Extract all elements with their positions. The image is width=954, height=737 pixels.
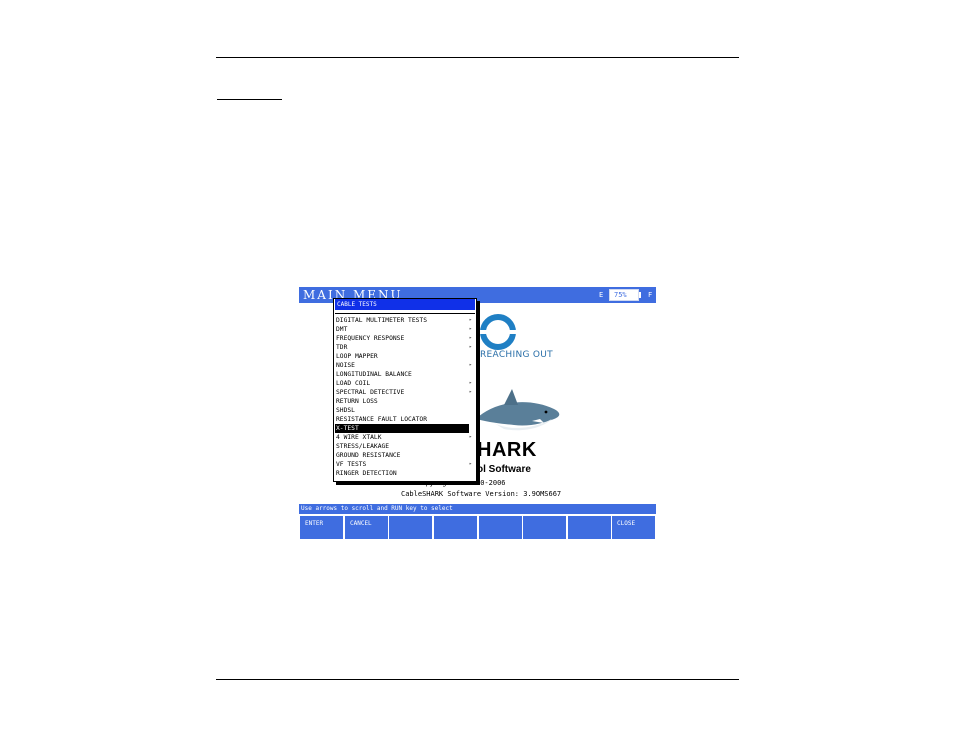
logo-tagline: REACHING OUT [480,350,553,360]
function-key-bar: ENTER CANCEL CLOSE [299,516,656,539]
menu-item-label: VF TESTS [336,461,367,468]
menu-item[interactable]: GROUND RESISTANCE [335,451,475,460]
device-screen: MAIN MENU E 75% F REACHING OUT HARK ol S… [299,287,656,541]
menu-item-label: RETURN LOSS [336,398,378,405]
menu-item-label: GROUND RESISTANCE [336,452,401,459]
status-bar: Use arrows to scroll and RUN key to sele… [299,504,656,514]
menu-item[interactable]: DIGITAL MULTIMETER TESTS ▸ [335,316,475,325]
function-key-2[interactable]: CANCEL [345,516,388,539]
menu-item-label: 4 WIRE XTALK [336,434,382,441]
battery-percent: 75% [614,291,627,299]
submenu-arrow-icon: ▸ [469,434,473,440]
submenu-arrow-icon: ▸ [469,362,473,368]
status-text: Use arrows to scroll and RUN key to sele… [301,505,453,512]
function-key-6[interactable] [523,516,566,539]
function-key-3[interactable] [389,516,432,539]
page-bottom-rule [216,679,739,680]
battery-tip [639,292,641,298]
function-key-1[interactable]: ENTER [300,516,343,539]
brand-subtitle: ol Software [477,464,531,475]
function-key-5[interactable] [479,516,522,539]
menu-item[interactable]: NOISE ▸ [335,361,475,370]
logo-icon [478,314,518,350]
submenu-arrow-icon: ▸ [469,461,473,467]
menu-item[interactable]: X-TEST [335,424,469,433]
menu-item[interactable]: DMT ▸ [335,325,475,334]
battery-full-label: F [648,291,653,299]
menu-divider [335,313,475,314]
function-key-label: CANCEL [350,520,372,527]
menu-item-label: LONGITUDINAL BALANCE [336,371,412,378]
menu-item[interactable]: RESISTANCE FAULT LOCATOR [335,415,475,424]
menu-list: DIGITAL MULTIMETER TESTS ▸ DMT ▸ FREQUENCY R… [335,316,475,478]
menu-item[interactable]: FREQUENCY RESPONSE ▸ [335,334,475,343]
menu-header-label: CABLE TESTS [337,301,377,308]
menu-item-label: NOISE [336,362,355,369]
heading-underline [217,99,282,100]
function-key-label: CLOSE [617,520,636,527]
battery-icon: 75% [609,289,639,301]
submenu-arrow-icon: ▸ [469,344,473,350]
menu-item-label: DMT [336,326,348,333]
menu-item-label: STRESS/LEAKAGE [336,443,390,450]
menu-item[interactable]: STRESS/LEAKAGE [335,442,475,451]
menu-item-label: FREQUENCY RESPONSE [336,335,405,342]
menu-item[interactable]: SHDSL [335,406,475,415]
menu-item-label: LOAD COIL [336,380,371,387]
shark-logo-icon [476,389,560,431]
submenu-arrow-icon: ▸ [469,317,473,323]
menu-item[interactable]: LONGITUDINAL BALANCE [335,370,475,379]
function-key-7[interactable] [568,516,611,539]
submenu-arrow-icon: ▸ [469,389,473,395]
menu-item[interactable]: RETURN LOSS [335,397,475,406]
menu-item[interactable]: VF TESTS ▸ [335,460,475,469]
menu-item[interactable]: LOOP MAPPER [335,352,475,361]
function-key-4[interactable] [434,516,477,539]
page-top-rule [216,57,739,58]
menu-item-label: RINGER DETECTION [336,470,397,477]
menu-item-label: DIGITAL MULTIMETER TESTS [336,317,427,324]
menu-item[interactable]: TDR ▸ [335,343,475,352]
menu-item-label: SPECTRAL DETECTIVE [336,389,405,396]
menu-item-label: LOOP MAPPER [336,353,378,360]
version-text: CableSHARK Software Version: 3.9OMS667 [401,490,562,498]
menu-item-label: TDR [336,344,348,351]
menu-item[interactable]: 4 WIRE XTALK ▸ [335,433,475,442]
brand-name: HARK [477,439,537,461]
submenu-arrow-icon: ▸ [469,326,473,332]
menu-item-label: SHDSL [336,407,355,414]
menu-header: CABLE TESTS [335,299,475,310]
menu-item[interactable]: LOAD COIL ▸ [335,379,475,388]
cable-tests-menu: CABLE TESTS DIGITAL MULTIMETER TESTS ▸ DMT… [333,298,477,482]
menu-item-label: RESISTANCE FAULT LOCATOR [336,416,427,423]
submenu-arrow-icon: ▸ [469,335,473,341]
menu-item[interactable]: SPECTRAL DETECTIVE ▸ [335,388,475,397]
menu-item[interactable]: RINGER DETECTION [335,469,475,478]
menu-item-label: X-TEST [336,425,359,432]
function-key-label: ENTER [305,520,324,527]
submenu-arrow-icon: ▸ [469,380,473,386]
function-key-8[interactable]: CLOSE [612,516,655,539]
battery-empty-label: E [599,291,604,299]
